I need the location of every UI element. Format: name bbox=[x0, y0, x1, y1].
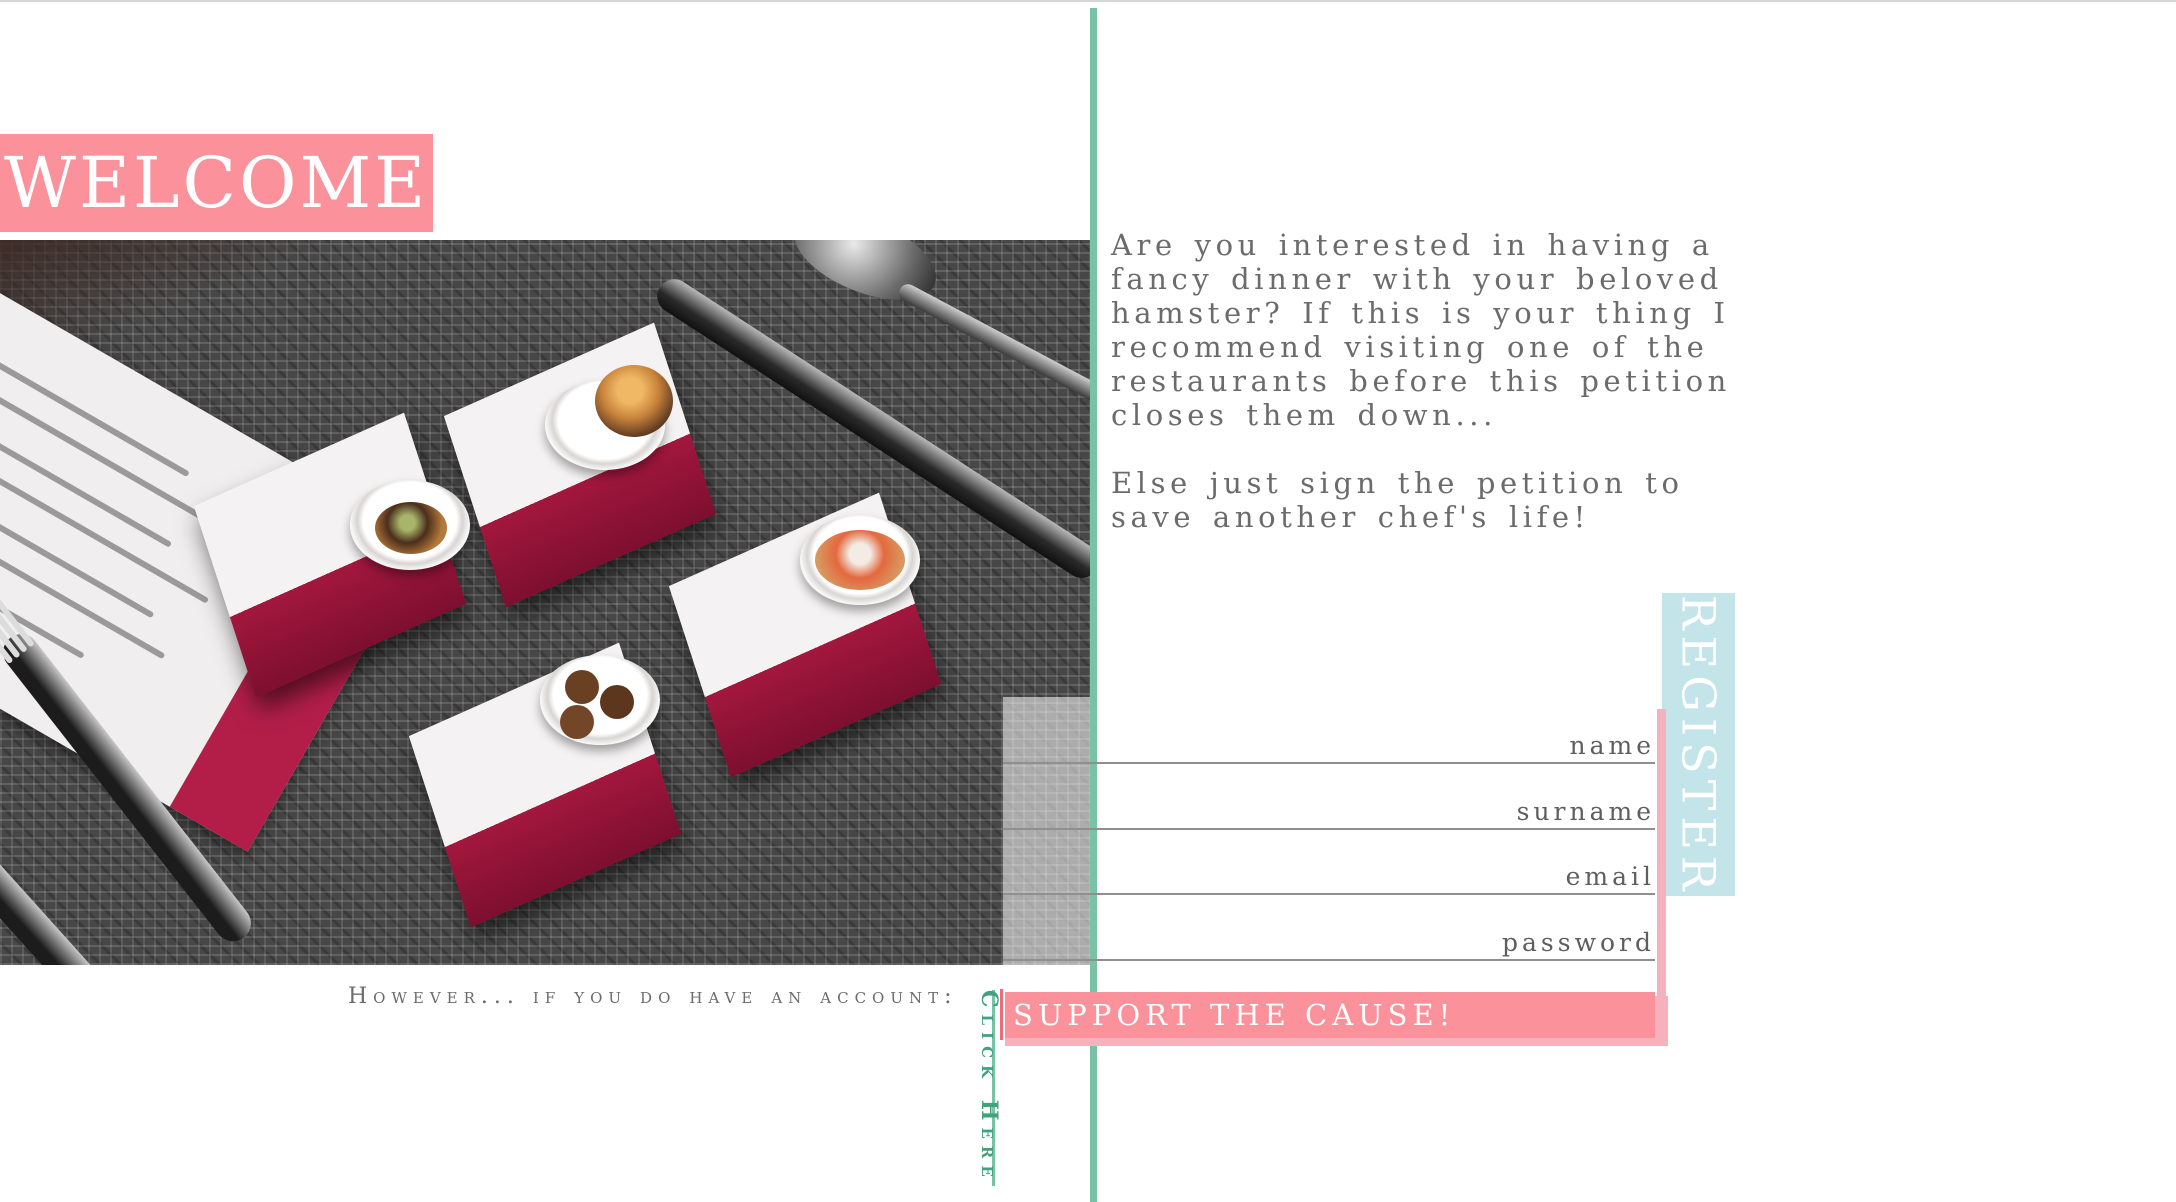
email-field: email bbox=[1003, 833, 1655, 895]
field-underline bbox=[1003, 893, 1655, 895]
name-input[interactable] bbox=[1103, 724, 1483, 758]
name-label: name bbox=[1569, 731, 1655, 760]
support-the-cause-button[interactable]: SUPPORT THE CAUSE! bbox=[1005, 992, 1655, 1038]
surname-field: surname bbox=[1003, 768, 1655, 830]
password-label: password bbox=[1502, 928, 1655, 957]
top-rule bbox=[0, 0, 2176, 2]
password-input[interactable] bbox=[1103, 921, 1483, 955]
intro-paragraph-2: Else just sign the petition to save anot… bbox=[1111, 466, 1702, 534]
field-underline bbox=[1003, 762, 1655, 764]
surname-label: surname bbox=[1516, 797, 1655, 826]
page: WELCOME! Are you interested in having a … bbox=[0, 0, 2176, 1202]
surname-input[interactable] bbox=[1103, 790, 1483, 824]
field-underline bbox=[1003, 959, 1655, 961]
login-link[interactable]: Click Here bbox=[968, 990, 1002, 1190]
register-heading: REGISTER bbox=[1671, 595, 1726, 897]
welcome-banner: WELCOME! bbox=[0, 134, 433, 232]
name-field: name bbox=[1003, 702, 1655, 764]
login-prompt: However... if you do have an account: bbox=[348, 984, 958, 1009]
email-label: email bbox=[1565, 862, 1655, 891]
field-underline bbox=[1003, 828, 1655, 830]
password-field: password bbox=[1003, 899, 1655, 961]
intro-text: Are you interested in having a fancy din… bbox=[1111, 228, 1751, 534]
hero-photo bbox=[0, 240, 1090, 965]
email-input[interactable] bbox=[1103, 855, 1483, 889]
intro-paragraph-1: Are you interested in having a fancy din… bbox=[1111, 228, 1749, 432]
